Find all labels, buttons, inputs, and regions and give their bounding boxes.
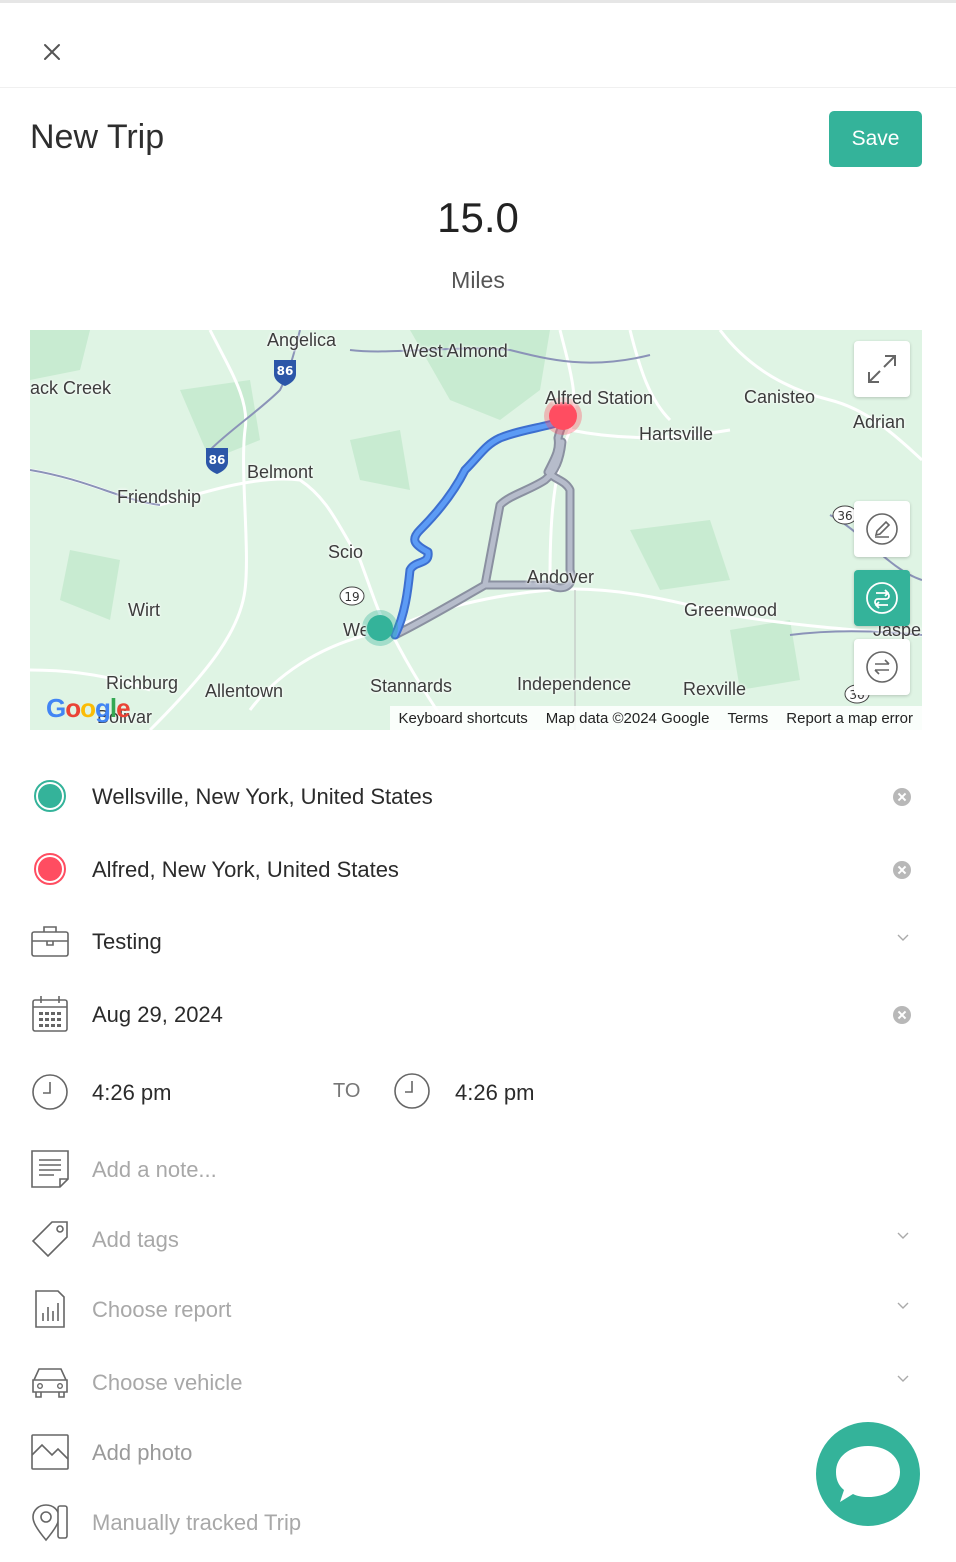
route-map[interactable]: 86 86 19 36 36 Angelica West Almond ack … [30,330,922,730]
end-location-field[interactable]: Alfred, New York, United States [92,857,399,883]
map-label: Rexville [683,679,747,699]
map-label: Angelica [267,330,337,350]
clear-date-icon[interactable] [893,1006,911,1024]
purpose-row[interactable]: Testing [0,916,956,966]
chevron-down-icon[interactable] [896,930,910,944]
vehicle-select[interactable]: Choose vehicle [92,1370,242,1396]
clear-start-icon[interactable] [893,788,911,806]
tracking-status-text: Manually tracked Trip [92,1510,302,1535]
clock-icon [393,1072,431,1110]
save-button[interactable]: Save [829,111,922,167]
map-label: Hartsville [639,424,714,444]
map-label: Alfred Station [545,388,654,408]
map-label: Stannards [370,676,453,696]
map-shield-label: 86 [209,453,226,467]
map-label: ack Creek [30,378,112,398]
tags-row[interactable]: Add tags [0,1214,956,1264]
date-row[interactable]: Aug 29, 2024 [0,989,956,1039]
chevron-down-icon[interactable] [896,1228,910,1242]
map-label: Scio [328,542,364,562]
map-label: West Almond [402,341,508,361]
page-title: New Trip [30,118,165,156]
map-label: Adrian [853,412,906,432]
start-location-field[interactable]: Wellsville, New York, United States [92,784,433,810]
route-icon[interactable] [854,570,910,626]
map-label: Independence [517,674,632,694]
time-row: 4:26 pm 4:26 pm [0,1067,956,1117]
chevron-down-icon[interactable] [896,1298,910,1312]
report-map-error-link[interactable]: Report a map error [777,710,922,727]
map-label: Richburg [106,673,179,693]
map-shield-label: 86 [277,364,294,378]
purpose-select[interactable]: Testing [92,929,162,955]
map-label: Greenwood [684,600,778,620]
map-data-text: Map data ©2024 Google [545,709,710,727]
location-phone-icon [30,1502,70,1542]
chat-button[interactable] [816,1422,920,1526]
map-attribution: Keyboard shortcuts Map data ©2024 Google… [389,706,922,730]
clock-icon [30,1072,70,1112]
calendar-icon [30,994,70,1034]
tracking-row: Manually tracked Trip [0,1497,956,1547]
map-label: Friendship [117,487,202,507]
expand-icon[interactable] [854,341,910,397]
time-to-label: TO [333,1080,361,1102]
chevron-down-icon[interactable] [896,1371,910,1385]
date-field[interactable]: Aug 29, 2024 [92,1002,223,1028]
start-time-field[interactable]: 4:26 pm [92,1080,172,1106]
terms-link[interactable]: Terms [718,710,777,727]
tag-icon [30,1219,70,1259]
map-label: Belmont [247,462,314,482]
edit-route-icon[interactable] [854,501,910,557]
distance-unit: Miles [451,267,505,293]
briefcase-icon [30,921,70,961]
end-time-field[interactable]: 4:26 pm [455,1080,535,1106]
photo-row[interactable]: Add photo [0,1427,956,1477]
tags-select[interactable]: Add tags [92,1227,179,1253]
report-select[interactable]: Choose report [92,1297,231,1323]
map-label: Canisteo [744,387,816,407]
map-label: Wirt [128,600,160,620]
map-label: Allentown [205,681,284,701]
top-border [0,0,956,3]
note-row[interactable]: Add a note... [0,1144,956,1194]
map-label: Andover [527,567,595,587]
start-location-row[interactable]: Wellsville, New York, United States [0,771,956,821]
note-input[interactable]: Add a note... [92,1157,217,1183]
clear-end-icon[interactable] [893,861,911,879]
add-photo-button[interactable]: Add photo [92,1440,192,1466]
header-divider [0,87,956,88]
start-marker-icon [30,776,70,816]
end-marker-icon [30,849,70,889]
close-icon[interactable] [36,36,68,68]
keyboard-shortcuts-link[interactable]: Keyboard shortcuts [390,710,537,727]
end-location-row[interactable]: Alfred, New York, United States [0,844,956,894]
map-shield-label: 19 [344,590,359,604]
photo-icon [30,1432,70,1472]
vehicle-row[interactable]: Choose vehicle [0,1357,956,1407]
trip-distance: 15.0 [437,194,519,241]
report-icon [30,1289,70,1329]
car-icon [30,1362,70,1402]
chat-icon [836,1446,900,1502]
swap-icon[interactable] [854,639,910,695]
google-logo: Google [46,693,131,723]
report-row[interactable]: Choose report [0,1284,956,1334]
note-icon [30,1149,70,1189]
map-shield-label: 36 [837,509,852,523]
